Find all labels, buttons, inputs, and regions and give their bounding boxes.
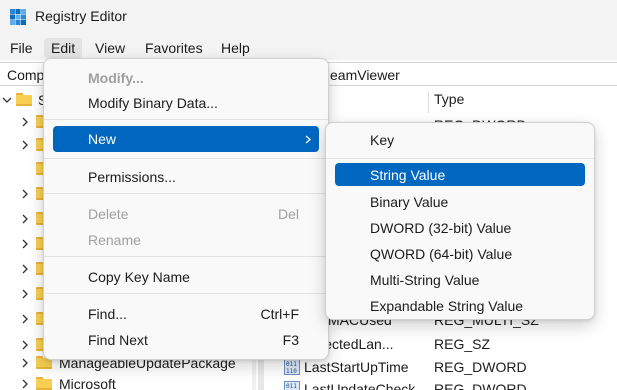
menu-item-copy-key-name[interactable]: Copy Key Name: [44, 264, 328, 290]
menu-item-label: Delete: [88, 206, 129, 222]
value-name: LastStartUpTime: [304, 359, 409, 375]
menu-separator: [44, 119, 328, 120]
new-submenu: Key String Value Binary Value DWORD (32-…: [325, 122, 595, 320]
address-path-start: Comp: [7, 67, 45, 83]
menu-item-label: Rename: [88, 232, 141, 248]
chevron-right-icon[interactable]: [20, 378, 30, 390]
column-header-type[interactable]: Type: [434, 91, 464, 115]
value-type: REG_SZ: [434, 336, 491, 352]
tree-row-microsoft[interactable]: Microsoft: [0, 374, 258, 390]
menu-item-label: Multi-String Value: [370, 272, 480, 288]
menu-bar: File Edit View Favorites Help: [0, 34, 617, 60]
window-title: Registry Editor: [35, 8, 127, 24]
menu-item-modify-binary-data[interactable]: Modify Binary Data...: [44, 90, 328, 116]
folder-icon: [16, 93, 32, 106]
menu-item-label: String Value: [370, 167, 446, 183]
menu-item-shortcut: Ctrl+F: [260, 306, 300, 322]
column-separator[interactable]: [428, 91, 429, 113]
menu-item-label: Modify Binary Data...: [88, 95, 218, 111]
menu-item-binary-value[interactable]: Binary Value: [326, 189, 594, 215]
menu-item-multi-string-value[interactable]: Multi-String Value: [326, 267, 594, 293]
registry-editor-icon: [10, 9, 26, 25]
menu-item-label: DWORD (32-bit) Value: [370, 220, 512, 236]
menu-item-label: QWORD (64-bit) Value: [370, 246, 513, 262]
menu-separator: [44, 158, 328, 159]
tree-item-label: Microsoft: [59, 376, 116, 390]
folder-icon: [36, 377, 52, 390]
menu-favorites[interactable]: Favorites: [145, 38, 203, 58]
chevron-right-icon[interactable]: [20, 263, 30, 275]
address-path-end: eamViewer: [330, 67, 400, 83]
menu-separator: [326, 158, 594, 159]
menu-separator: [44, 193, 328, 194]
value-row[interactable]: 011 110 LastUpdateCheck REG_DWORD: [264, 379, 617, 390]
value-type: REG_DWORD: [434, 359, 527, 375]
menu-item-qword-value[interactable]: QWORD (64-bit) Value: [326, 241, 594, 267]
svg-text:011: 011: [286, 383, 297, 390]
chevron-right-icon[interactable]: [20, 313, 30, 325]
edit-menu: Modify... Modify Binary Data... New Perm…: [43, 58, 329, 360]
svg-text:011: 011: [286, 361, 297, 368]
chevron-right-icon[interactable]: [20, 339, 30, 351]
reg-binary-value-icon: 011 110: [284, 381, 300, 390]
menu-item-string-value[interactable]: String Value: [335, 163, 585, 186]
chevron-down-icon[interactable]: [2, 94, 12, 106]
chevron-right-icon[interactable]: [20, 238, 30, 250]
menu-item-label: Modify...: [88, 70, 144, 86]
menu-item-label: Find...: [88, 306, 127, 322]
menu-item-new-key[interactable]: Key: [326, 127, 594, 153]
chevron-right-icon[interactable]: [20, 116, 30, 128]
menu-item-label: Permissions...: [88, 169, 176, 185]
menu-item-label: Binary Value: [370, 194, 449, 210]
menu-item-shortcut: Del: [277, 206, 299, 222]
reg-binary-value-icon: 011 110: [284, 359, 300, 375]
menu-item-label: Copy Key Name: [88, 269, 190, 285]
chevron-right-icon[interactable]: [20, 213, 30, 225]
title-bar: Registry Editor: [0, 0, 617, 34]
chevron-right-icon[interactable]: [20, 357, 30, 369]
menu-file[interactable]: File: [10, 38, 33, 58]
menu-separator: [44, 293, 328, 294]
menu-item-modify[interactable]: Modify...: [44, 65, 328, 91]
menu-item-label: Find Next: [88, 332, 148, 348]
chevron-right-icon[interactable]: [20, 139, 30, 151]
menu-view[interactable]: View: [95, 38, 125, 58]
menu-help[interactable]: Help: [221, 38, 250, 58]
menu-item-dword-value[interactable]: DWORD (32-bit) Value: [326, 215, 594, 241]
menu-item-rename[interactable]: Rename: [44, 227, 328, 253]
value-type: REG_DWORD: [434, 381, 527, 390]
chevron-right-icon[interactable]: [20, 288, 30, 300]
menu-separator: [44, 256, 328, 257]
menu-item-label: Key: [370, 132, 395, 148]
chevron-right-icon[interactable]: [20, 188, 30, 200]
menu-item-find[interactable]: Find... Ctrl+F: [44, 301, 328, 327]
menu-edit[interactable]: Edit: [44, 38, 83, 58]
menu-item-label: Expandable String Value: [370, 298, 524, 314]
menu-item-delete[interactable]: Delete Del: [44, 201, 328, 227]
menu-item-expandable-string-value[interactable]: Expandable String Value: [326, 293, 594, 319]
menu-item-shortcut: F3: [282, 332, 299, 348]
value-row[interactable]: 011 110 LastStartUpTime REG_DWORD: [264, 357, 617, 377]
value-name: LastUpdateCheck: [304, 381, 416, 390]
svg-text:110: 110: [286, 368, 297, 375]
menu-item-permissions[interactable]: Permissions...: [44, 164, 328, 190]
menu-item-find-next[interactable]: Find Next F3: [44, 327, 328, 353]
menu-item-new[interactable]: New: [53, 126, 319, 152]
menu-item-label: New: [88, 131, 117, 147]
submenu-arrow-icon: [305, 135, 311, 144]
